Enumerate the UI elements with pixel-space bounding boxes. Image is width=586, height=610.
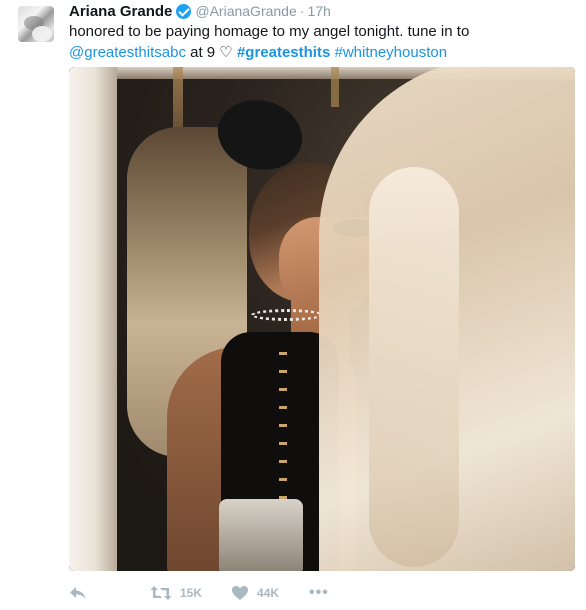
photo-shape — [331, 67, 339, 107]
photo-shape — [251, 309, 323, 321]
avatar[interactable] — [18, 6, 54, 42]
header-separator: · — [299, 3, 305, 19]
heart-icon — [231, 585, 249, 601]
photo-shape — [369, 167, 459, 567]
tweet-actions: 15K 44K ••• — [69, 582, 329, 604]
hashtag-link[interactable]: #whitneyhouston — [334, 44, 447, 61]
photo-shape — [219, 499, 303, 571]
more-icon: ••• — [309, 584, 329, 601]
avatar-shape — [32, 26, 52, 42]
hashtag-link[interactable]: #greatesthits — [237, 44, 330, 61]
verified-badge-icon — [176, 3, 192, 19]
retweet-count: 15K — [180, 586, 203, 600]
tweet-text-part: honored to be paying homage to my angel … — [69, 23, 470, 40]
author-handle[interactable]: @ArianaGrande — [195, 3, 296, 19]
author-name[interactable]: Ariana Grande — [69, 3, 172, 20]
like-button[interactable]: 44K — [202, 585, 279, 601]
like-count: 44K — [257, 586, 280, 600]
more-button[interactable]: ••• — [279, 584, 329, 602]
reply-icon — [69, 585, 87, 601]
retweet-button[interactable]: 15K — [87, 585, 202, 601]
tweet: Ariana Grande @ArianaGrande · 17h honore… — [0, 0, 586, 610]
tweet-text: honored to be paying homage to my angel … — [69, 21, 574, 63]
tweet-text-part: at 9 ♡ — [185, 44, 237, 61]
mirror-frame — [69, 67, 117, 571]
mention-link[interactable]: @greatesthitsabc — [69, 44, 186, 61]
reply-button[interactable] — [69, 585, 87, 601]
retweet-icon — [150, 585, 172, 601]
tweet-photo[interactable] — [69, 67, 575, 571]
tweet-timestamp[interactable]: 17h — [307, 3, 330, 19]
tweet-header: Ariana Grande @ArianaGrande · 17h — [69, 0, 331, 22]
